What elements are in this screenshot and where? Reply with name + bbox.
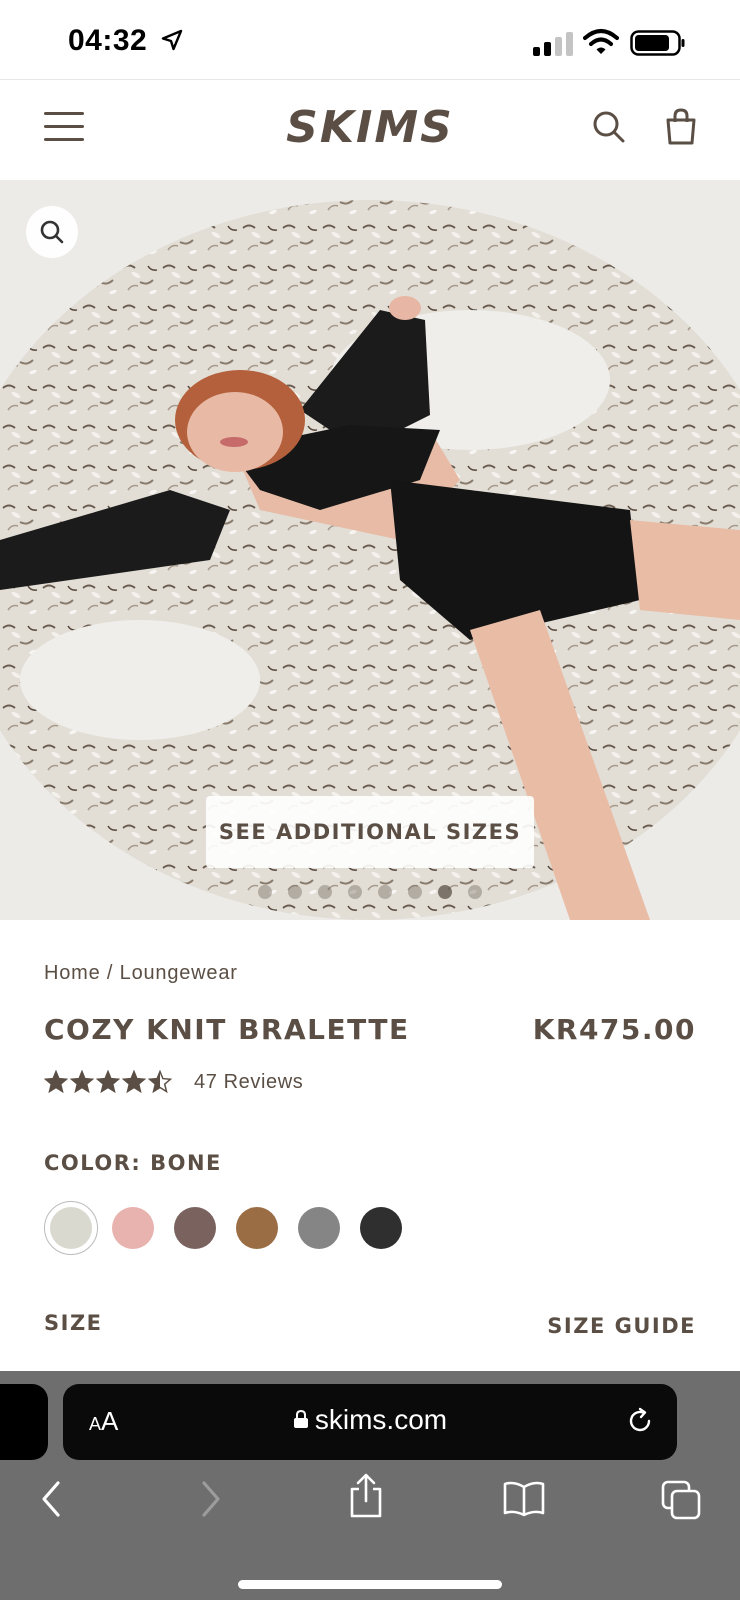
carousel-dot[interactable] (288, 885, 302, 899)
forward-icon[interactable] (196, 1479, 226, 1519)
size-guide-link[interactable]: SIZE GUIDE (547, 1314, 696, 1338)
star-icon (44, 1070, 68, 1094)
address-bar[interactable]: AA skims.com (63, 1384, 677, 1460)
color-label: COLOR: BONE (44, 1151, 222, 1175)
status-time: 04:32 (68, 24, 148, 57)
carousel-dot[interactable] (258, 885, 272, 899)
search-icon (40, 220, 64, 244)
previous-tab-preview[interactable] (0, 1384, 48, 1460)
cellular-signal-icon (533, 30, 573, 56)
url-text-row: skims.com (63, 1404, 677, 1436)
breadcrumb-home-link[interactable]: Home (44, 962, 101, 984)
search-icon[interactable] (592, 110, 626, 144)
reload-icon[interactable] (625, 1406, 655, 1436)
tabs-icon[interactable] (660, 1479, 702, 1521)
breadcrumb-category-link[interactable]: Loungewear (120, 962, 238, 984)
location-arrow-icon (161, 29, 183, 51)
carousel-dot[interactable] (438, 885, 452, 899)
product-title: COZY KNIT BRALETTE (44, 1013, 410, 1046)
product-image-carousel[interactable]: SEE ADDITIONAL SIZES (0, 180, 740, 920)
color-swatch-pink[interactable] (112, 1207, 154, 1249)
star-icon (96, 1070, 120, 1094)
carousel-dots[interactable] (0, 885, 740, 899)
carousel-dot[interactable] (348, 885, 362, 899)
carousel-dot[interactable] (468, 885, 482, 899)
product-price: KR475.00 (532, 1013, 696, 1046)
back-icon[interactable] (36, 1479, 66, 1519)
color-swatch-brown[interactable] (236, 1207, 278, 1249)
breadcrumb: Home / Loungewear (44, 962, 238, 985)
star-icon (148, 1070, 172, 1094)
reviews-link[interactable]: 47 Reviews (194, 1071, 303, 1094)
browser-toolbar (0, 1471, 740, 1541)
color-swatch-bone[interactable] (50, 1207, 92, 1249)
color-swatch-gray[interactable] (298, 1207, 340, 1249)
color-swatch-mauve[interactable] (174, 1207, 216, 1249)
color-swatches (44, 1201, 402, 1255)
url-text: skims.com (314, 1404, 448, 1435)
bookmarks-icon[interactable] (502, 1479, 546, 1519)
safari-browser-chrome: AA skims.com (0, 1371, 740, 1600)
carousel-dot[interactable] (378, 885, 392, 899)
home-indicator (238, 1580, 502, 1589)
see-additional-sizes-button[interactable]: SEE ADDITIONAL SIZES (206, 796, 534, 868)
selected-swatch-ring[interactable] (44, 1201, 98, 1255)
wifi-icon (583, 29, 619, 54)
zoom-button[interactable] (26, 206, 78, 258)
star-icon (70, 1070, 94, 1094)
status-bar: 04:32 (0, 0, 740, 80)
share-icon[interactable] (346, 1473, 386, 1519)
shopping-bag-icon[interactable] (664, 108, 698, 146)
rating-stars[interactable] (44, 1070, 172, 1094)
carousel-dot[interactable] (408, 885, 422, 899)
star-icon (122, 1070, 146, 1094)
lock-icon (293, 1409, 308, 1428)
skims-logo[interactable]: SKIMS (0, 102, 740, 153)
carousel-dot[interactable] (318, 885, 332, 899)
breadcrumb-separator: / (100, 962, 120, 984)
site-header: SKIMS (0, 80, 740, 180)
battery-icon (630, 30, 685, 56)
size-label: SIZE (44, 1311, 103, 1335)
color-swatch-black[interactable] (360, 1207, 402, 1249)
